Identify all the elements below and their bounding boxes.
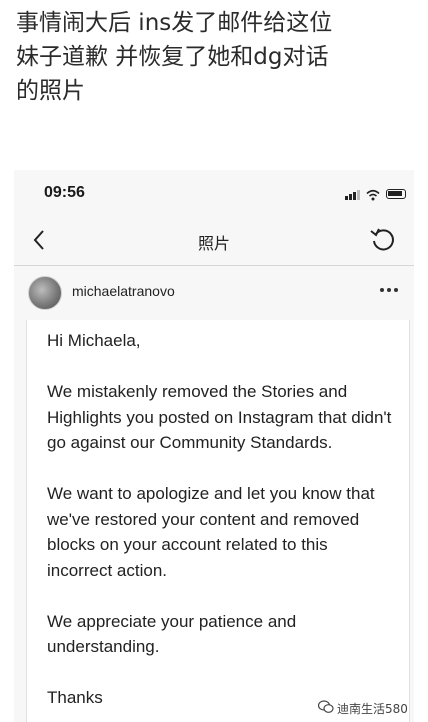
wechat-icon xyxy=(318,700,334,713)
caption-line-2: 妹子道歉 并恢复了她和dg对话 xyxy=(16,44,329,70)
watermark-account: 迪南生活580 xyxy=(337,702,408,716)
wifi-icon xyxy=(366,189,380,201)
nav-title: 照片 xyxy=(197,234,230,253)
email-paragraph-2: We want to apologize and let you know th… xyxy=(47,484,375,580)
more-horizontal-icon[interactable] xyxy=(380,288,400,294)
caption-line-1: 事情闹大后 ins发了邮件给这位 xyxy=(16,10,333,36)
caption-line-3: 的照片 xyxy=(16,78,85,104)
signal-icon xyxy=(345,190,361,200)
battery-icon xyxy=(386,189,406,199)
status-bar: 09:56 xyxy=(14,170,414,220)
email-paragraph-3: We appreciate your patience and understa… xyxy=(47,611,297,657)
email-paragraph-1: We mistakenly removed the Stories and Hi… xyxy=(47,382,392,452)
avatar[interactable] xyxy=(28,276,62,310)
email-greeting: Hi Michaela, xyxy=(47,331,141,350)
refresh-icon[interactable] xyxy=(369,226,397,254)
post-caption: 事情闹大后 ins发了邮件给这位 妹子道歉 并恢复了她和dg对话 的照片 xyxy=(16,6,416,108)
username[interactable]: michaelatranovo xyxy=(72,283,175,299)
email-image: Hi Michaela, We mistakenly removed the S… xyxy=(26,320,410,722)
status-time: 09:56 xyxy=(44,184,85,201)
email-body: Hi Michaela, We mistakenly removed the S… xyxy=(47,328,397,722)
nav-bar: 照片 xyxy=(14,220,414,264)
post-header: michaelatranovo xyxy=(14,266,414,318)
phone-screenshot: 09:56 照片 michaelatranovo Hi Michaela, We… xyxy=(14,170,414,722)
